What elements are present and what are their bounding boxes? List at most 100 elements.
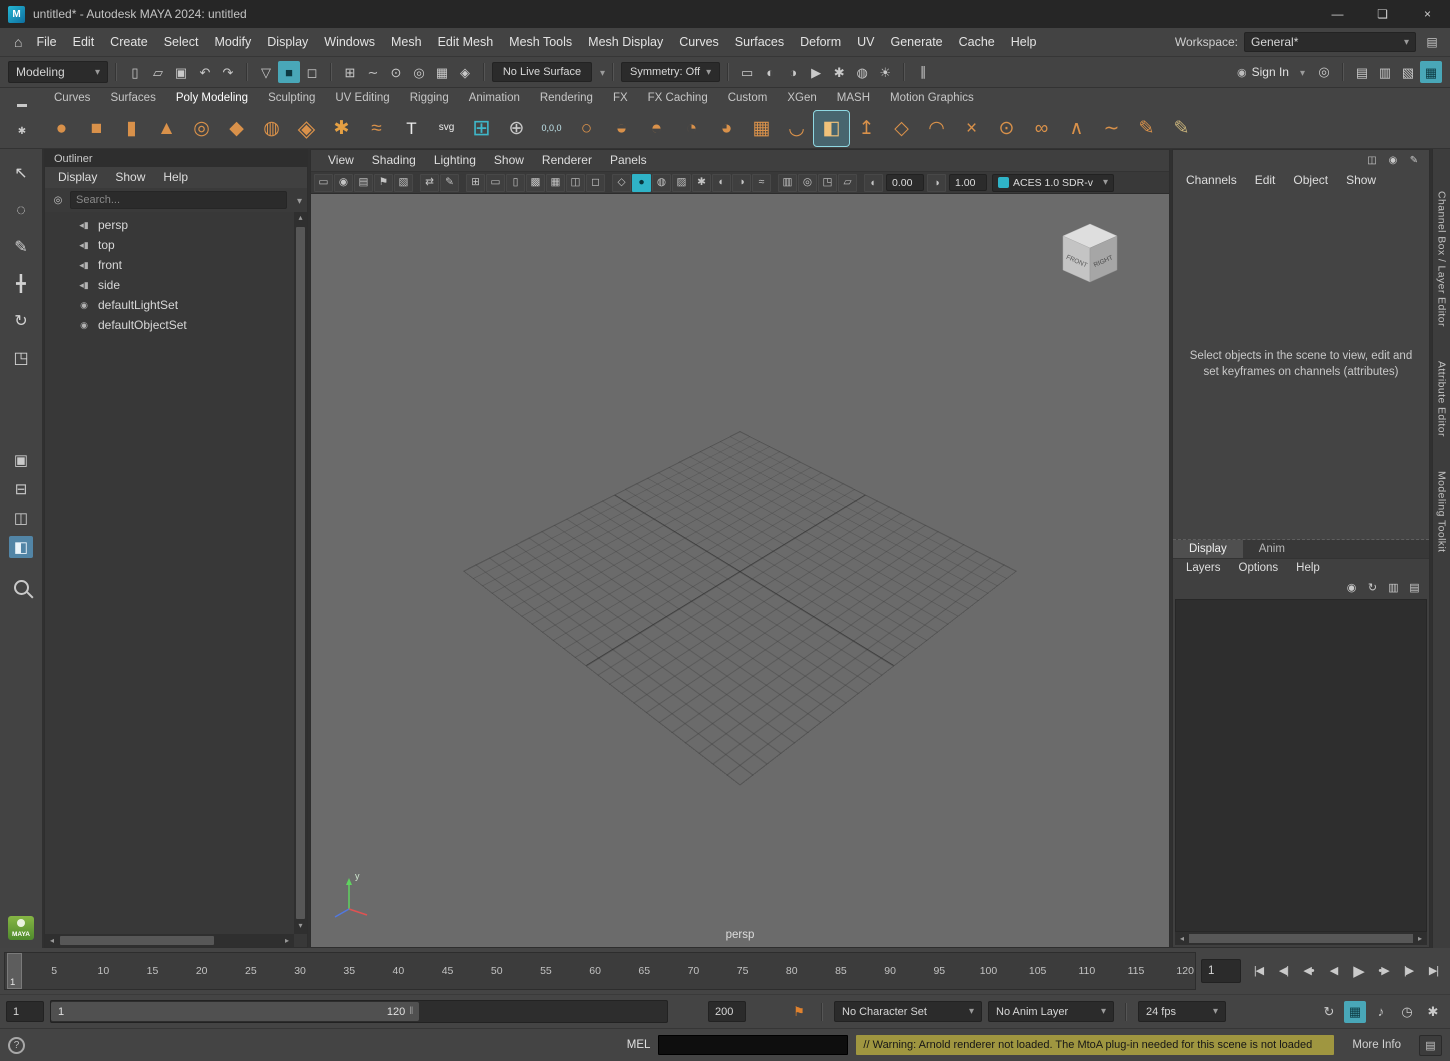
depth-of-field-icon[interactable]: ◎ [798,174,817,192]
tab-modeling-toolkit[interactable]: Modeling Toolkit [1436,471,1448,553]
panel-menu[interactable]: Layers [1177,559,1230,578]
outliner-item-side[interactable]: ◂▮ side [45,275,307,295]
toggle-attribute-editor-icon[interactable]: ▥ [1374,61,1396,83]
maximize-button[interactable]: ❏ [1360,0,1405,28]
exposure-field[interactable]: 0.00 [886,174,924,191]
layout-single-pane-icon[interactable]: ▣ [9,449,33,471]
image-plane-icon[interactable]: ▧ [394,174,413,192]
sphere-project-icon[interactable]: ○ [569,111,604,146]
loop-playback-icon[interactable]: ↻ [1318,1001,1340,1023]
platonic-solid-icon[interactable]: ◈ [289,111,324,146]
poly-cylinder-icon[interactable]: ▮ [114,111,149,146]
separate-icon[interactable]: ◓ [639,111,674,146]
soften-edge-icon[interactable]: ∼ [1094,111,1129,146]
scrollbar-thumb[interactable] [296,227,305,919]
render-view-icon[interactable]: ▭ [736,61,758,83]
playback-speed-icon[interactable]: ◷ [1396,1001,1418,1023]
textured-icon[interactable]: ▨ [672,174,691,192]
poly-disc-icon[interactable]: ◍ [254,111,289,146]
snap-to-view-planes-icon[interactable]: ▦ [431,61,453,83]
live-surface-field[interactable]: No Live Surface [492,62,592,82]
make-live-icon[interactable]: ◈ [454,61,476,83]
select-object-icon[interactable]: ■ [278,61,300,83]
step-forward-frame-button[interactable]: |▶ [1396,958,1421,984]
bridge-icon[interactable]: ◠ [919,111,954,146]
boolean-icon[interactable]: ◕ [709,111,744,146]
shelf-options-gear-icon[interactable]: ✱ [13,124,31,140]
panel-menu[interactable]: Panels [601,150,656,171]
crease-icon[interactable]: ∧ [1059,111,1094,146]
sign-in-button[interactable]: ◉ Sign In [1231,65,1311,79]
outliner-search-input[interactable] [70,191,287,209]
snap-to-projected-center-icon[interactable]: ◎ [408,61,430,83]
workspace-options-icon[interactable]: ▤ [1422,32,1442,52]
curve-warp-icon[interactable]: ≈ [359,111,394,146]
panel-menu[interactable]: Show [485,150,533,171]
lock-camera-icon[interactable]: ◉ [334,174,353,192]
snap-to-origin-icon[interactable]: 0,0,0 [534,111,569,146]
sculpt-smooth-icon[interactable]: ✎ [1164,111,1199,146]
shelf-tab[interactable]: Rigging [400,92,459,104]
poly-sphere-icon[interactable]: ● [44,111,79,146]
scroll-down-arrow[interactable] [294,921,307,933]
panel-menu[interactable]: Options [1230,559,1288,578]
new-empty-layer-icon[interactable]: ▤ [1405,580,1424,597]
connect-icon[interactable]: ∞ [1024,111,1059,146]
mute-audio-icon[interactable]: ♪ [1370,1001,1392,1023]
outliner-title[interactable]: Outliner [45,150,307,167]
menu-item[interactable]: Cache [951,28,1003,56]
go-to-start-button[interactable]: |◀ [1246,958,1271,984]
light-editor-icon[interactable]: ☀ [874,61,896,83]
scroll-right-arrow[interactable] [281,934,293,947]
script-editor-icon[interactable]: ▤ [1419,1035,1442,1056]
fps-dropdown[interactable]: 24 fps [1138,1001,1226,1022]
more-info-button[interactable]: More Info [1342,1039,1411,1051]
multisample-icon[interactable]: ▥ [778,174,797,192]
select-component-icon[interactable]: ◻ [301,61,323,83]
character-set-dropdown[interactable]: No Character Set [834,1001,982,1022]
outliner-item-persp[interactable]: ◂▮ persp [45,215,307,235]
search-filter-icon[interactable]: ◎ [50,192,66,208]
combine-icon[interactable]: ◒ [604,111,639,146]
ambient-occlusion-icon[interactable]: ◑ [732,174,751,192]
menu-item[interactable]: File [28,28,64,56]
menu-item[interactable]: Edit Mesh [430,28,502,56]
search-options-arrow[interactable] [291,193,302,207]
outliner-item-defaultLightSet[interactable]: ◉ defaultLightSet [45,295,307,315]
panel-menu[interactable]: Show [1337,170,1385,191]
wireframe-on-shaded-icon[interactable]: ◍ [652,174,671,192]
safe-title-icon[interactable]: ◻ [586,174,605,192]
scrollbar-thumb[interactable] [60,936,214,945]
motion-blur-icon[interactable]: ≈ [752,174,771,192]
shelf-tab[interactable]: MASH [827,92,880,104]
menu-item[interactable]: Create [102,28,156,56]
isolate-select-icon[interactable]: ◳ [818,174,837,192]
shelf-tab[interactable]: Surfaces [100,92,165,104]
outliner-horizontal-scrollbar[interactable] [45,934,294,947]
shelf-tab[interactable]: UV Editing [325,92,399,104]
range-end-handle[interactable]: ‖ [409,1006,412,1017]
user-avatar[interactable]: MAYA [8,916,34,940]
time-slider-options-icon[interactable]: ▦ [1344,1001,1366,1023]
shelf-tab[interactable]: Curves [44,92,100,104]
current-time-marker[interactable]: 1 [7,953,22,989]
scroll-right-arrow[interactable] [1414,932,1426,945]
close-button[interactable]: × [1405,0,1450,28]
step-back-key-button[interactable]: ◀• [1296,958,1321,984]
quad-draw-icon[interactable]: ▦ [744,111,779,146]
menu-set-dropdown[interactable]: Modeling [8,61,108,83]
shadows-icon[interactable]: ◐ [712,174,731,192]
select-hierarchy-icon[interactable]: ▽ [255,61,277,83]
home-icon[interactable]: ⌂ [8,34,28,50]
toggle-tool-settings-icon[interactable]: ▧ [1397,61,1419,83]
open-scene-icon[interactable]: ▱ [147,61,169,83]
poly-plane-icon[interactable]: ◆ [219,111,254,146]
type-tool-icon[interactable]: T [394,111,429,146]
menu-item[interactable]: Surfaces [727,28,792,56]
timeline-bookmark-icon[interactable]: ⚑ [788,1001,810,1023]
extract-icon[interactable]: ◔ [674,111,709,146]
channel-slider-mode-icon[interactable]: ◫ [1363,153,1381,169]
layout-two-pane-side-icon[interactable]: ◫ [9,507,33,529]
exposure-icon[interactable]: ◐ [864,174,883,192]
scroll-left-arrow[interactable] [1176,932,1188,945]
